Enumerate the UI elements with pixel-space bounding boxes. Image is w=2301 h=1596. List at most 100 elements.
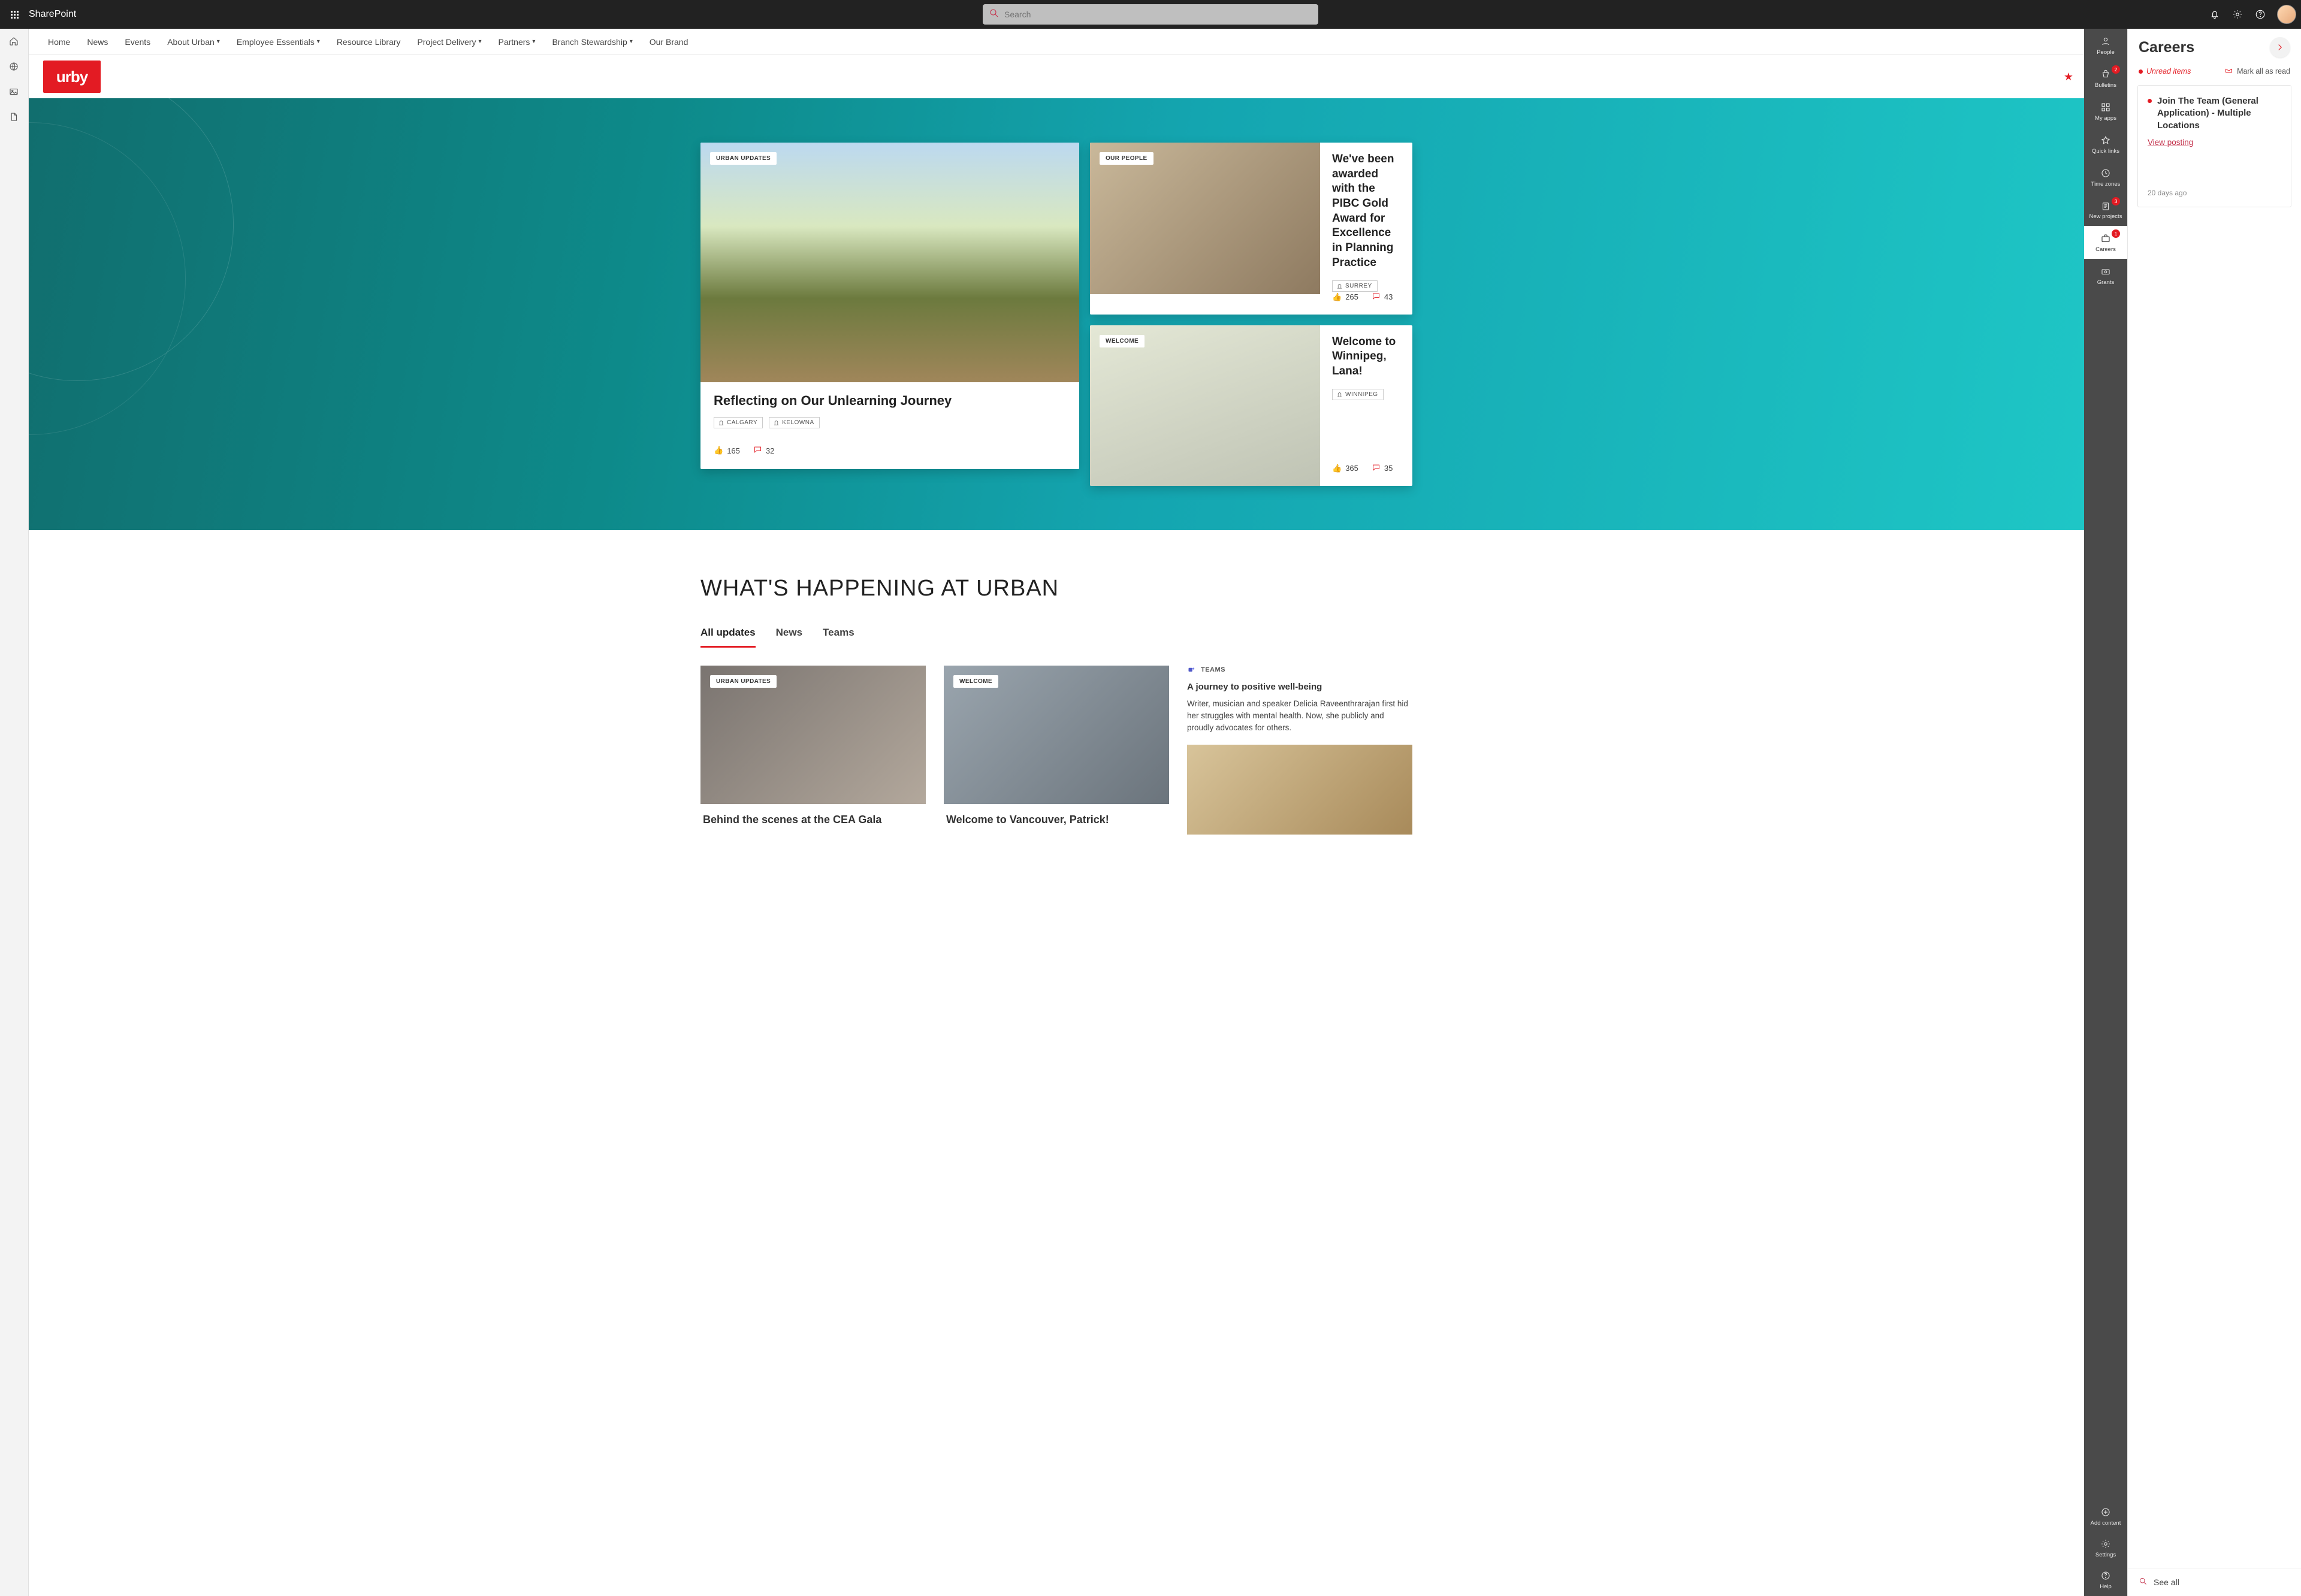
util-people[interactable]: People xyxy=(2084,29,2127,62)
nav-project[interactable]: Project Delivery▾ xyxy=(417,37,481,47)
util-help[interactable]: Help xyxy=(2084,1564,2127,1596)
nav-branch[interactable]: Branch Stewardship▾ xyxy=(552,37,632,47)
collapse-panel-button[interactable] xyxy=(2270,37,2290,58)
chevron-down-icon: ▾ xyxy=(532,38,535,45)
hero-side-card-2[interactable]: WELCOME Welcome to Winnipeg, Lana! WINNI… xyxy=(1090,325,1412,486)
nav-label: Home xyxy=(48,37,70,47)
comment-icon xyxy=(1372,292,1381,303)
util-newprojects[interactable]: 3New projects xyxy=(2084,194,2127,226)
badge: 2 xyxy=(2112,65,2120,74)
card-image: URBAN UPDATES xyxy=(700,666,926,804)
careers-item-title: Join The Team (General Application) - Mu… xyxy=(2148,95,2281,132)
util-myapps[interactable]: My apps xyxy=(2084,95,2127,128)
category-pill: OUR PEOPLE xyxy=(1100,152,1153,165)
nav-home[interactable]: Home xyxy=(48,37,70,47)
home-icon[interactable] xyxy=(8,36,20,48)
happening-teams-card[interactable]: TEAMS A journey to positive well-being W… xyxy=(1187,666,1412,835)
mark-all-read[interactable]: Mark all as read xyxy=(2224,66,2290,77)
nav-partners[interactable]: Partners▾ xyxy=(498,37,535,47)
nav-label: Employee Essentials xyxy=(237,37,315,47)
tab-teams[interactable]: Teams xyxy=(823,627,854,648)
document-icon[interactable] xyxy=(8,111,20,123)
nav-employee[interactable]: Employee Essentials▾ xyxy=(237,37,320,47)
view-posting-link[interactable]: View posting xyxy=(2148,138,2281,147)
location-tag: CALGARY xyxy=(714,417,763,428)
search-box[interactable] xyxy=(983,4,1318,25)
util-quicklinks[interactable]: Quick links xyxy=(2084,128,2127,161)
comments[interactable]: 43 xyxy=(1372,292,1393,303)
notifications-icon[interactable] xyxy=(2209,8,2221,20)
search-icon xyxy=(989,8,999,22)
tab-news[interactable]: News xyxy=(776,627,802,648)
see-all-link[interactable]: See all xyxy=(2128,1568,2301,1596)
chevron-down-icon: ▾ xyxy=(478,38,481,45)
comments[interactable]: 32 xyxy=(753,445,774,456)
hero-side-card-1[interactable]: OUR PEOPLE We've been awarded with the P… xyxy=(1090,143,1412,315)
util-grants[interactable]: Grants xyxy=(2084,259,2127,292)
careers-item[interactable]: Join The Team (General Application) - Mu… xyxy=(2137,85,2291,207)
app-shell: Home News Events About Urban▾ Employee E… xyxy=(0,29,2301,1596)
likes[interactable]: 👍165 xyxy=(714,445,740,456)
careers-panel: Careers Unread items Mark all as read Jo… xyxy=(2127,29,2301,1596)
tab-all-updates[interactable]: All updates xyxy=(700,627,756,648)
likes[interactable]: 👍365 xyxy=(1332,463,1358,474)
main-content: Home News Events About Urban▾ Employee E… xyxy=(29,29,2084,1596)
nav-label: Project Delivery xyxy=(417,37,476,47)
image-icon[interactable] xyxy=(8,86,20,98)
util-careers[interactable]: 1Careers xyxy=(2084,226,2127,259)
comment-icon xyxy=(753,445,762,456)
thumb-icon: 👍 xyxy=(714,446,723,455)
category-pill: URBAN UPDATES xyxy=(710,675,777,688)
chevron-down-icon: ▾ xyxy=(630,38,633,45)
nav-about[interactable]: About Urban▾ xyxy=(167,37,220,47)
nav-label: News xyxy=(87,37,108,47)
card-image xyxy=(1187,745,1412,835)
location-tag: SURREY xyxy=(1332,280,1378,292)
card-title: Behind the scenes at the CEA Gala xyxy=(700,814,926,826)
settings-icon[interactable] xyxy=(2231,8,2243,20)
chevron-down-icon: ▾ xyxy=(317,38,320,45)
site-logo[interactable]: urby xyxy=(43,61,101,93)
nav-events[interactable]: Events xyxy=(125,37,150,47)
util-settings[interactable]: Settings xyxy=(2084,1532,2127,1564)
help-icon[interactable] xyxy=(2254,8,2266,20)
hero-lead-card[interactable]: URBAN UPDATES Reflecting on Our Unlearni… xyxy=(700,143,1079,469)
nav-brand[interactable]: Our Brand xyxy=(650,37,689,47)
util-timezones[interactable]: Time zones xyxy=(2084,161,2127,194)
teams-headline: A journey to positive well-being xyxy=(1187,682,1412,692)
happening-card-2[interactable]: WELCOME Welcome to Vancouver, Patrick! xyxy=(944,666,1169,835)
card-image: OUR PEOPLE xyxy=(1090,143,1320,294)
badge: 3 xyxy=(2112,197,2120,205)
logo-text: urby xyxy=(56,68,87,86)
comment-icon xyxy=(1372,463,1381,474)
likes[interactable]: 👍265 xyxy=(1332,292,1358,303)
badge: 1 xyxy=(2112,229,2120,238)
happening-section: WHAT'S HAPPENING AT URBAN All updates Ne… xyxy=(679,530,1434,859)
nav-label: About Urban xyxy=(167,37,215,47)
suite-bar: SharePoint xyxy=(0,0,2301,29)
search-input[interactable] xyxy=(1004,10,1312,19)
chevron-down-icon: ▾ xyxy=(217,38,220,45)
suite-actions xyxy=(2209,5,2296,24)
thumb-icon: 👍 xyxy=(1332,464,1342,473)
util-bulletins[interactable]: 2Bulletins xyxy=(2084,62,2127,95)
util-add-content[interactable]: Add content xyxy=(2084,1501,2127,1532)
unread-dot-icon xyxy=(2139,69,2143,74)
nav-label: Events xyxy=(125,37,150,47)
thumb-icon: 👍 xyxy=(1332,292,1342,302)
happening-card-1[interactable]: URBAN UPDATES Behind the scenes at the C… xyxy=(700,666,926,835)
globe-icon[interactable] xyxy=(8,61,20,73)
nav-label: Partners xyxy=(498,37,530,47)
app-launcher[interactable] xyxy=(5,5,24,24)
nav-news[interactable]: News xyxy=(87,37,108,47)
card-title: Reflecting on Our Unlearning Journey xyxy=(714,393,1066,409)
category-pill: URBAN UPDATES xyxy=(710,152,777,165)
favorite-star-icon[interactable]: ★ xyxy=(2064,71,2073,83)
section-heading: WHAT'S HAPPENING AT URBAN xyxy=(700,576,1412,601)
nav-resource[interactable]: Resource Library xyxy=(337,37,401,47)
user-avatar[interactable] xyxy=(2277,5,2296,24)
comments[interactable]: 35 xyxy=(1372,463,1393,474)
nav-label: Branch Stewardship xyxy=(552,37,627,47)
category-pill: WELCOME xyxy=(1100,335,1145,347)
panel-title: Careers xyxy=(2139,39,2194,56)
